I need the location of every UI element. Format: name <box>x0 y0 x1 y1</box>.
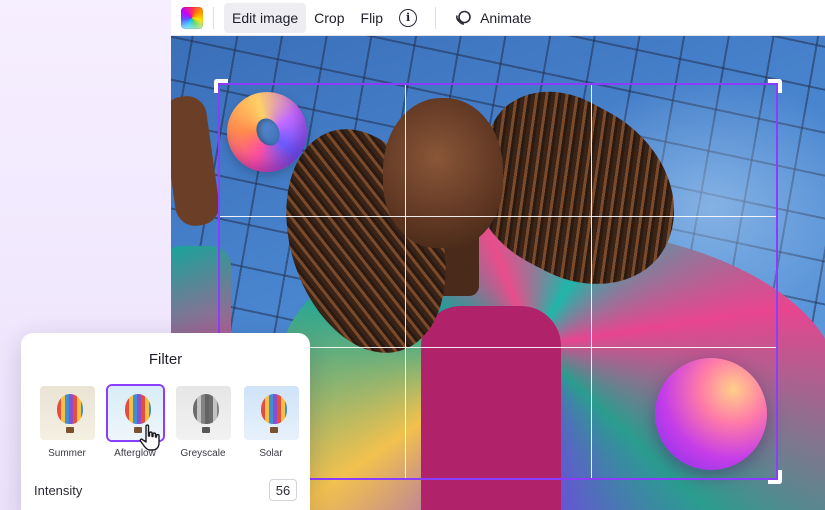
animate-label: Animate <box>480 9 532 26</box>
crop-button[interactable]: Crop <box>306 3 352 33</box>
filter-label: Greyscale <box>180 448 226 459</box>
animate-icon <box>454 9 472 27</box>
filter-panel-title: Filter <box>148 351 183 368</box>
filter-thumbnails: Summer Afterglow Greyscale Solar <box>33 384 305 459</box>
filter-option-solar[interactable]: Solar <box>237 384 305 459</box>
balloon-image <box>124 394 151 433</box>
crop-handle-top-right[interactable] <box>768 79 782 93</box>
intensity-label: Intensity <box>34 483 83 498</box>
crop-handle-bottom-right[interactable] <box>768 470 782 484</box>
balloon-image <box>56 394 83 433</box>
crop-grid-line <box>590 85 592 478</box>
info-icon[interactable]: i <box>399 8 418 27</box>
intensity-value-input[interactable]: 56 <box>269 479 297 501</box>
filter-option-summer[interactable]: Summer <box>33 384 101 459</box>
edit-image-button[interactable]: Edit image <box>224 2 307 33</box>
filter-option-greyscale[interactable]: Greyscale <box>169 384 237 459</box>
crop-grid-line <box>405 85 407 478</box>
crop-handle-top-left[interactable] <box>214 79 228 93</box>
filter-label: Solar <box>259 448 283 459</box>
hand-pointer-cursor-icon <box>138 424 164 457</box>
filter-thumbnail[interactable] <box>174 384 233 442</box>
toolbar-divider <box>435 6 437 29</box>
crop-grid-line <box>220 215 776 217</box>
balloon-image <box>192 394 219 433</box>
toolbar-divider <box>213 6 214 29</box>
flip-button[interactable]: Flip <box>353 3 392 33</box>
filter-thumbnail[interactable] <box>242 384 301 442</box>
editor-toolbar: Edit image Crop Flip i Animate <box>171 0 825 36</box>
filter-panel: Filter Summer Afterglow Greyscale Solar … <box>21 333 310 510</box>
color-swatch-icon[interactable] <box>181 6 203 29</box>
balloon-image <box>260 394 287 433</box>
filter-label: Summer <box>48 448 86 459</box>
animate-button[interactable]: Animate <box>446 3 539 33</box>
filter-thumbnail[interactable] <box>38 384 97 442</box>
